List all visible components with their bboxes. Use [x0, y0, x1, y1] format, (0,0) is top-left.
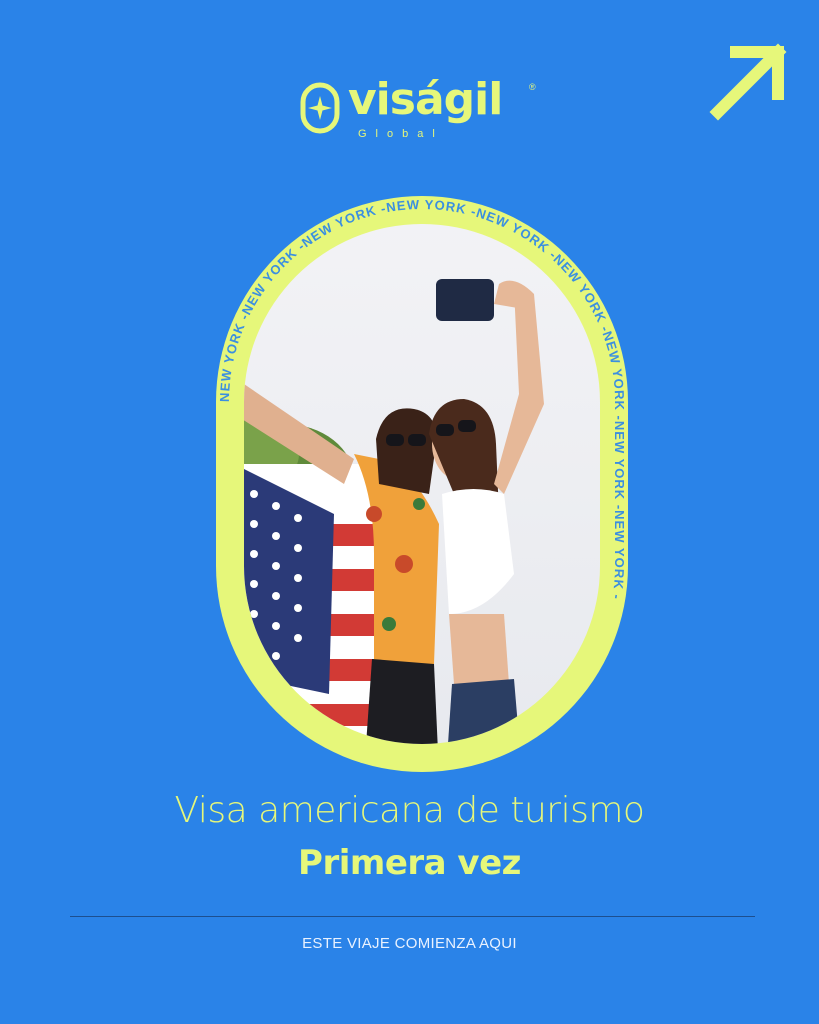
brand-subtitle: Global — [358, 128, 444, 140]
registered-mark: ® — [529, 82, 536, 92]
sparkle-pill-icon — [300, 82, 340, 134]
headline-subtitle: Primera vez — [298, 843, 521, 883]
arrow-up-right-icon[interactable] — [708, 42, 788, 122]
divider — [70, 916, 755, 917]
brand-name: viságil — [348, 74, 503, 125]
headline-title: Visa americana de turismo — [174, 790, 645, 831]
photo-frame: NEW YORK -NEW YORK -NEW YORK -NEW YORK -… — [216, 196, 628, 772]
footer-tagline: ESTE VIAJE COMIENZA AQUI — [302, 935, 517, 952]
brand-logo: viságil ® Global — [300, 74, 540, 148]
